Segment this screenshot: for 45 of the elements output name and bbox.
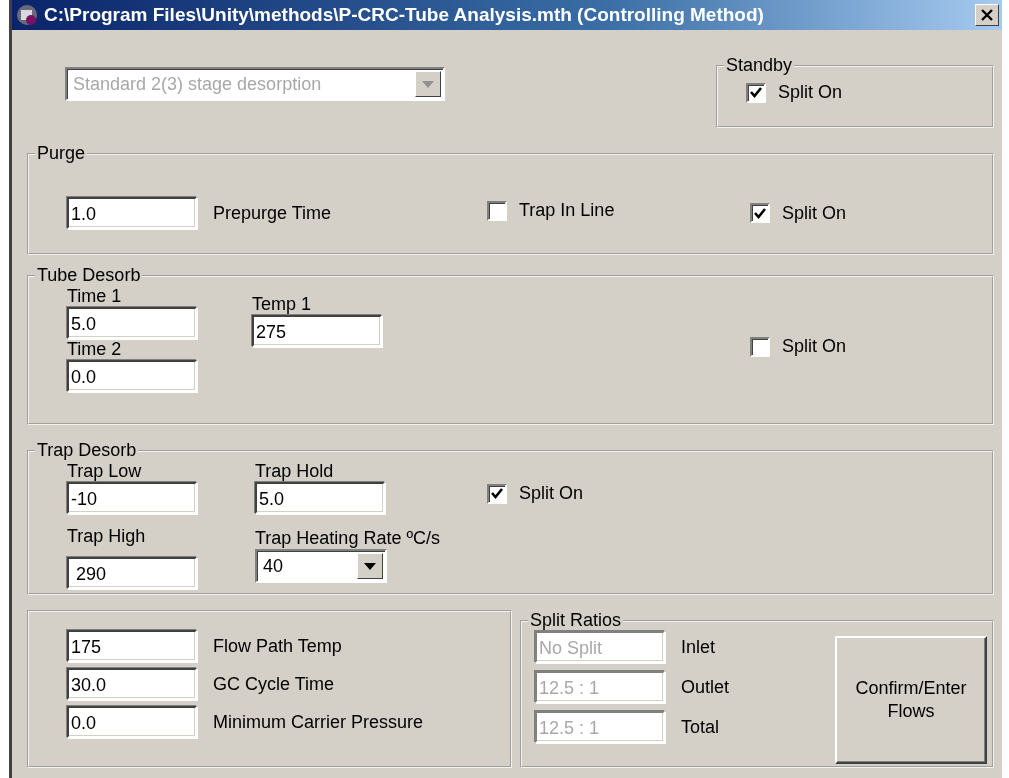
caret-icon bbox=[422, 80, 434, 88]
window-title: C:\Program Files\Unity\methods\P-CRC-Tube Analysis.mth (Controlling Method) bbox=[44, 4, 765, 26]
check-icon bbox=[754, 207, 766, 219]
field-label: Minimum Carrier Pressure bbox=[213, 711, 424, 732]
close-icon bbox=[980, 9, 994, 21]
checkbox[interactable]: Split On bbox=[746, 82, 843, 103]
dropdown[interactable]: 40 bbox=[255, 549, 387, 583]
input-field[interactable]: 30.0 bbox=[67, 668, 197, 700]
field-label: Trap Heating Rate ºC/s bbox=[255, 528, 440, 548]
input-field[interactable]: 290 bbox=[67, 557, 197, 589]
field-label: Total bbox=[681, 716, 720, 737]
group-title: Tube Desorb bbox=[36, 265, 142, 286]
input-field[interactable]: 175 bbox=[67, 630, 197, 662]
app-icon bbox=[16, 3, 40, 27]
field-label: Time 2 bbox=[67, 339, 122, 359]
input-field[interactable]: 1.0 bbox=[67, 197, 197, 229]
input-field[interactable]: 0.0 bbox=[67, 706, 197, 738]
check-icon bbox=[750, 87, 762, 98]
input-field[interactable]: 5.0 bbox=[67, 307, 197, 339]
group-title: Trap Desorb bbox=[36, 440, 138, 461]
checkbox[interactable]: Trap In Line bbox=[487, 200, 615, 222]
field-label: Trap Low bbox=[67, 461, 142, 481]
input-field[interactable]: 5.0 bbox=[255, 482, 385, 514]
checkbox[interactable]: Split On bbox=[487, 483, 584, 504]
field-label: Time 1 bbox=[67, 286, 122, 306]
confirm-button[interactable]: Confirm/Enter Flows bbox=[835, 636, 987, 764]
field-label: Prepurge Time bbox=[213, 202, 332, 223]
check-icon bbox=[491, 488, 503, 499]
caret-icon bbox=[364, 562, 376, 570]
group-title: Split Ratios bbox=[529, 610, 623, 631]
checkbox[interactable]: Split On bbox=[750, 202, 847, 224]
field-label: Outlet bbox=[681, 676, 730, 697]
field-label: Temp 1 bbox=[252, 294, 312, 314]
checkbox[interactable]: Split On bbox=[750, 336, 847, 357]
field-label: Inlet bbox=[681, 636, 716, 657]
field-label: Flow Path Temp bbox=[213, 635, 342, 656]
input-field[interactable]: 275 bbox=[252, 315, 382, 347]
group-title: Purge bbox=[36, 143, 87, 164]
input-field[interactable]: 0.0 bbox=[67, 360, 197, 392]
field-label: GC Cycle Time bbox=[213, 673, 335, 694]
field-label: Trap Hold bbox=[255, 461, 334, 481]
close-button[interactable] bbox=[975, 4, 999, 26]
input-field[interactable]: -10 bbox=[67, 482, 197, 514]
group-title: Standby bbox=[725, 55, 794, 76]
field-label: Trap High bbox=[67, 526, 146, 546]
